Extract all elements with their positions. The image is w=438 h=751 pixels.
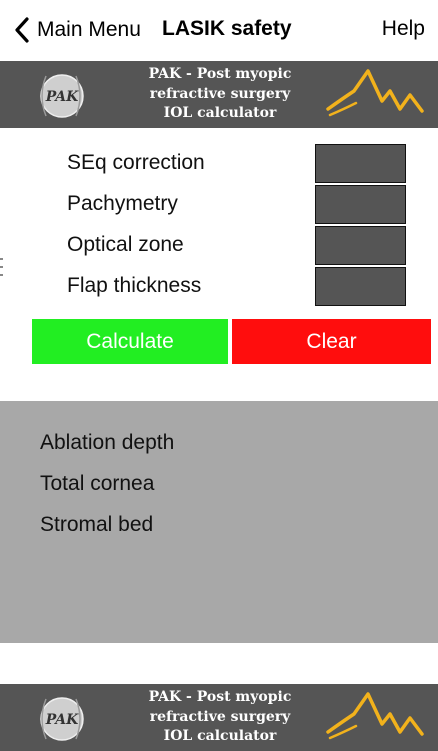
clear-button[interactable]: Clear	[232, 319, 431, 364]
ablation-depth-label: Ablation depth	[40, 431, 175, 454]
flap-thickness-input[interactable]	[315, 267, 406, 306]
pachymetry-label: Pachymetry	[67, 192, 178, 215]
header-banner: PAK PAK - Post myopic refractive surgery…	[0, 61, 438, 128]
banner-line: PAK - Post myopic	[148, 689, 292, 705]
mountain-logo-icon	[326, 692, 424, 740]
results-panel: Ablation depth Total cornea Stromal bed	[0, 401, 438, 643]
optical-zone-label: Optical zone	[67, 233, 184, 256]
banner-title: PAK - Post myopic refractive surgery IOL…	[118, 65, 322, 124]
stromal-bed-label: Stromal bed	[40, 513, 154, 536]
seq-correction-input[interactable]	[315, 144, 406, 183]
pak-logo-icon: PAK	[40, 74, 84, 118]
navigation-bar: Main Menu LASIK safety Help	[0, 0, 438, 60]
side-handle[interactable]	[0, 258, 3, 276]
chevron-left-icon	[8, 12, 36, 48]
banner-line: IOL calculator	[163, 105, 277, 121]
banner-title: PAK - Post myopic refractive surgery IOL…	[118, 688, 322, 747]
calculate-button[interactable]: Calculate	[32, 319, 228, 364]
seq-correction-label: SEq correction	[67, 151, 205, 174]
pak-logo-icon: PAK	[40, 697, 84, 741]
flap-thickness-label: Flap thickness	[67, 274, 202, 297]
banner-line: PAK - Post myopic	[148, 66, 292, 82]
banner-line: refractive surgery	[149, 708, 291, 725]
total-cornea-label: Total cornea	[40, 472, 155, 495]
page-title: LASIK safety	[162, 17, 292, 40]
pachymetry-input[interactable]	[315, 185, 406, 224]
footer-banner: PAK PAK - Post myopic refractive surgery…	[0, 684, 438, 751]
help-button[interactable]: Help	[382, 17, 425, 41]
banner-line: refractive surgery	[149, 85, 291, 102]
back-button[interactable]: Main Menu	[8, 12, 141, 48]
mountain-logo-icon	[326, 69, 424, 117]
pak-logo-text: PAK	[45, 89, 79, 105]
back-button-label: Main Menu	[37, 18, 141, 41]
banner-line: IOL calculator	[163, 728, 277, 744]
pak-logo-text: PAK	[45, 712, 79, 728]
optical-zone-input[interactable]	[315, 226, 406, 265]
